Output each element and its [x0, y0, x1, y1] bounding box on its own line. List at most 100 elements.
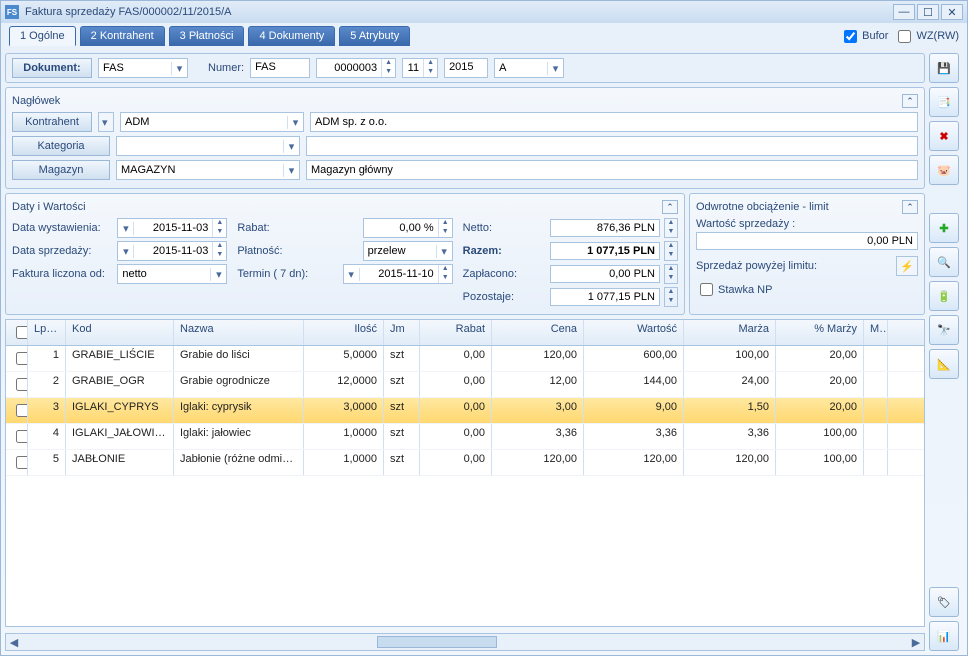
- magazyn-name-field[interactable]: [306, 160, 918, 180]
- piggy-icon: 🐷: [937, 164, 951, 177]
- table-row[interactable]: 2GRABIE_OGRGrabie ogrodnicze12,0000szt0,…: [6, 372, 924, 398]
- dates-values-title: Daty i Wartości: [12, 201, 86, 213]
- col-cena[interactable]: Cena: [492, 320, 584, 345]
- kategoria-button[interactable]: Kategoria: [12, 136, 110, 156]
- chart-button[interactable]: 📊: [929, 621, 959, 651]
- rabat-field[interactable]: 0,00 % ▲▼: [363, 218, 453, 238]
- row-checkbox[interactable]: [16, 456, 28, 469]
- row-checkbox[interactable]: [16, 430, 28, 443]
- select-all-checkbox[interactable]: [16, 326, 28, 339]
- tag-button[interactable]: 🏷: [929, 587, 959, 617]
- row-checkbox[interactable]: [16, 352, 28, 365]
- bufor-checkbox[interactable]: [844, 30, 857, 43]
- dokument-label-button[interactable]: Dokument:: [12, 58, 92, 78]
- search-icon: 🔍: [937, 256, 951, 269]
- col-nazwa[interactable]: Nazwa: [174, 320, 304, 345]
- spin-down-icon[interactable]: ▼: [382, 68, 395, 77]
- platnosc-combo[interactable]: przelew ▾: [363, 241, 453, 261]
- table-row[interactable]: 4IGLAKI_JAŁOWIECIglaki: jałowiec1,0000sz…: [6, 424, 924, 450]
- zaplacono-label: Zapłacono:: [463, 268, 546, 280]
- kontrahent-dropdown-arrow[interactable]: ▾: [98, 112, 114, 132]
- tab-ogolne[interactable]: 1 Ogólne: [9, 26, 76, 46]
- cell-lp: 4: [28, 424, 66, 449]
- col-rabat[interactable]: Rabat: [420, 320, 492, 345]
- kategoria-combo[interactable]: ▾: [116, 136, 300, 156]
- maximize-button[interactable]: ☐: [917, 4, 939, 20]
- bookmark-button[interactable]: 📑: [929, 87, 959, 117]
- add-button[interactable]: ✚: [929, 213, 959, 243]
- binoculars-button[interactable]: 🔭: [929, 315, 959, 345]
- numer-suffix-combo[interactable]: A ▾: [494, 58, 564, 78]
- stawka-np-wrap[interactable]: Stawka NP: [696, 280, 918, 299]
- col-pmarzy[interactable]: % Marży: [776, 320, 864, 345]
- search-button[interactable]: 🔍: [929, 247, 959, 277]
- chevron-down-icon[interactable]: ▾: [171, 62, 187, 75]
- stawka-np-checkbox[interactable]: [700, 283, 713, 296]
- tab-dokumenty[interactable]: 4 Dokumenty: [248, 26, 335, 46]
- scroll-left-icon[interactable]: ◀: [6, 636, 22, 649]
- save-button[interactable]: 💾: [929, 53, 959, 83]
- kontrahent-button[interactable]: Kontrahent: [12, 112, 92, 132]
- row-checkbox[interactable]: [16, 404, 28, 417]
- close-window-button[interactable]: ✕: [941, 4, 963, 20]
- bufor-label: Bufor: [862, 30, 888, 42]
- numer-prefix-field[interactable]: FAS: [250, 58, 310, 78]
- tab-platnosci[interactable]: 3 Płatności: [169, 26, 245, 46]
- tab-atrybuty[interactable]: 5 Atrybuty: [339, 26, 410, 46]
- spin-up-icon[interactable]: ▲: [382, 59, 395, 68]
- lightning-icon[interactable]: ⚡: [896, 256, 918, 276]
- chevron-down-icon[interactable]: ▾: [283, 164, 299, 177]
- bufor-check-wrap[interactable]: Bufor: [840, 27, 888, 46]
- table-row[interactable]: 1GRABIE_LIŚCIEGrabie do liści5,0000szt0,…: [6, 346, 924, 372]
- termin-field[interactable]: ▾ 2015-11-10 ▲▼: [343, 264, 453, 284]
- minimize-button[interactable]: —: [893, 4, 915, 20]
- magazyn-code-combo[interactable]: MAGAZYN ▾: [116, 160, 300, 180]
- col-kod[interactable]: Kod: [66, 320, 174, 345]
- col-lp[interactable]: Lp. ▲: [28, 320, 66, 345]
- cell-nazwa: Grabie do liści: [174, 346, 304, 371]
- row-checkbox[interactable]: [16, 378, 28, 391]
- collapse-icon[interactable]: ⌃: [902, 200, 918, 214]
- chevron-down-icon[interactable]: ▾: [287, 116, 303, 129]
- piggy-button[interactable]: 🐷: [929, 155, 959, 185]
- scroll-thumb[interactable]: [377, 636, 497, 648]
- grid-header: Lp. ▲ Kod Nazwa Ilość Jm Rabat Cena Wart…: [6, 320, 924, 346]
- col-marza[interactable]: Marża: [684, 320, 776, 345]
- liczona-od-combo[interactable]: netto ▾: [117, 264, 227, 284]
- collapse-icon[interactable]: ⌃: [662, 200, 678, 214]
- horizontal-scrollbar[interactable]: ◀ ▶: [5, 633, 925, 651]
- battery-button[interactable]: 🔋: [929, 281, 959, 311]
- numer-year-field[interactable]: 2015: [444, 58, 488, 78]
- cell-lp: 5: [28, 450, 66, 475]
- scroll-right-icon[interactable]: ▶: [908, 636, 924, 649]
- col-jm[interactable]: Jm: [384, 320, 420, 345]
- data-wystawienia-field[interactable]: ▾ 2015-11-03 ▲▼: [117, 218, 227, 238]
- col-ilosc[interactable]: Ilość: [304, 320, 384, 345]
- items-grid: Lp. ▲ Kod Nazwa Ilość Jm Rabat Cena Wart…: [5, 319, 925, 627]
- dokument-type-combo[interactable]: FAS ▾: [98, 58, 188, 78]
- kontrahent-name-field[interactable]: [310, 112, 918, 132]
- table-row[interactable]: 5JABŁONIEJabłonie (różne odmia...1,0000s…: [6, 450, 924, 476]
- data-sprzedazy-field[interactable]: ▾ 2015-11-03 ▲▼: [117, 241, 227, 261]
- cancel-button[interactable]: ✖: [929, 121, 959, 151]
- numer-month-spin[interactable]: 11 ▲▼: [402, 58, 438, 78]
- magazyn-button[interactable]: Magazyn: [12, 160, 110, 180]
- collapse-icon[interactable]: ⌃: [902, 94, 918, 108]
- wzrw-check-wrap[interactable]: WZ(RW): [894, 27, 959, 46]
- chevron-down-icon[interactable]: ▾: [547, 62, 563, 75]
- wart-sprz-label: Wartość sprzedaży :: [696, 218, 918, 230]
- tab-kontrahent[interactable]: 2 Kontrahent: [80, 26, 165, 46]
- col-wartosc[interactable]: Wartość: [584, 320, 684, 345]
- chevron-down-icon[interactable]: ▾: [283, 140, 299, 153]
- numer-seq-spin[interactable]: 0000003 ▲▼: [316, 58, 396, 78]
- table-row[interactable]: 3IGLAKI_CYPRYSIglaki: cyprysik3,0000szt0…: [6, 398, 924, 424]
- col-ma[interactable]: Ma: [864, 320, 888, 345]
- kategoria-desc-field[interactable]: [306, 136, 918, 156]
- kontrahent-code-combo[interactable]: ADM ▾: [120, 112, 304, 132]
- wzrw-checkbox[interactable]: [898, 30, 911, 43]
- cell-kod: GRABIE_OGR: [66, 372, 174, 397]
- rabat-label: Rabat:: [237, 222, 358, 234]
- grid-body[interactable]: 1GRABIE_LIŚCIEGrabie do liści5,0000szt0,…: [6, 346, 924, 626]
- calc-button[interactable]: 📐: [929, 349, 959, 379]
- zaplacono-value: 0,00 PLN: [550, 265, 660, 283]
